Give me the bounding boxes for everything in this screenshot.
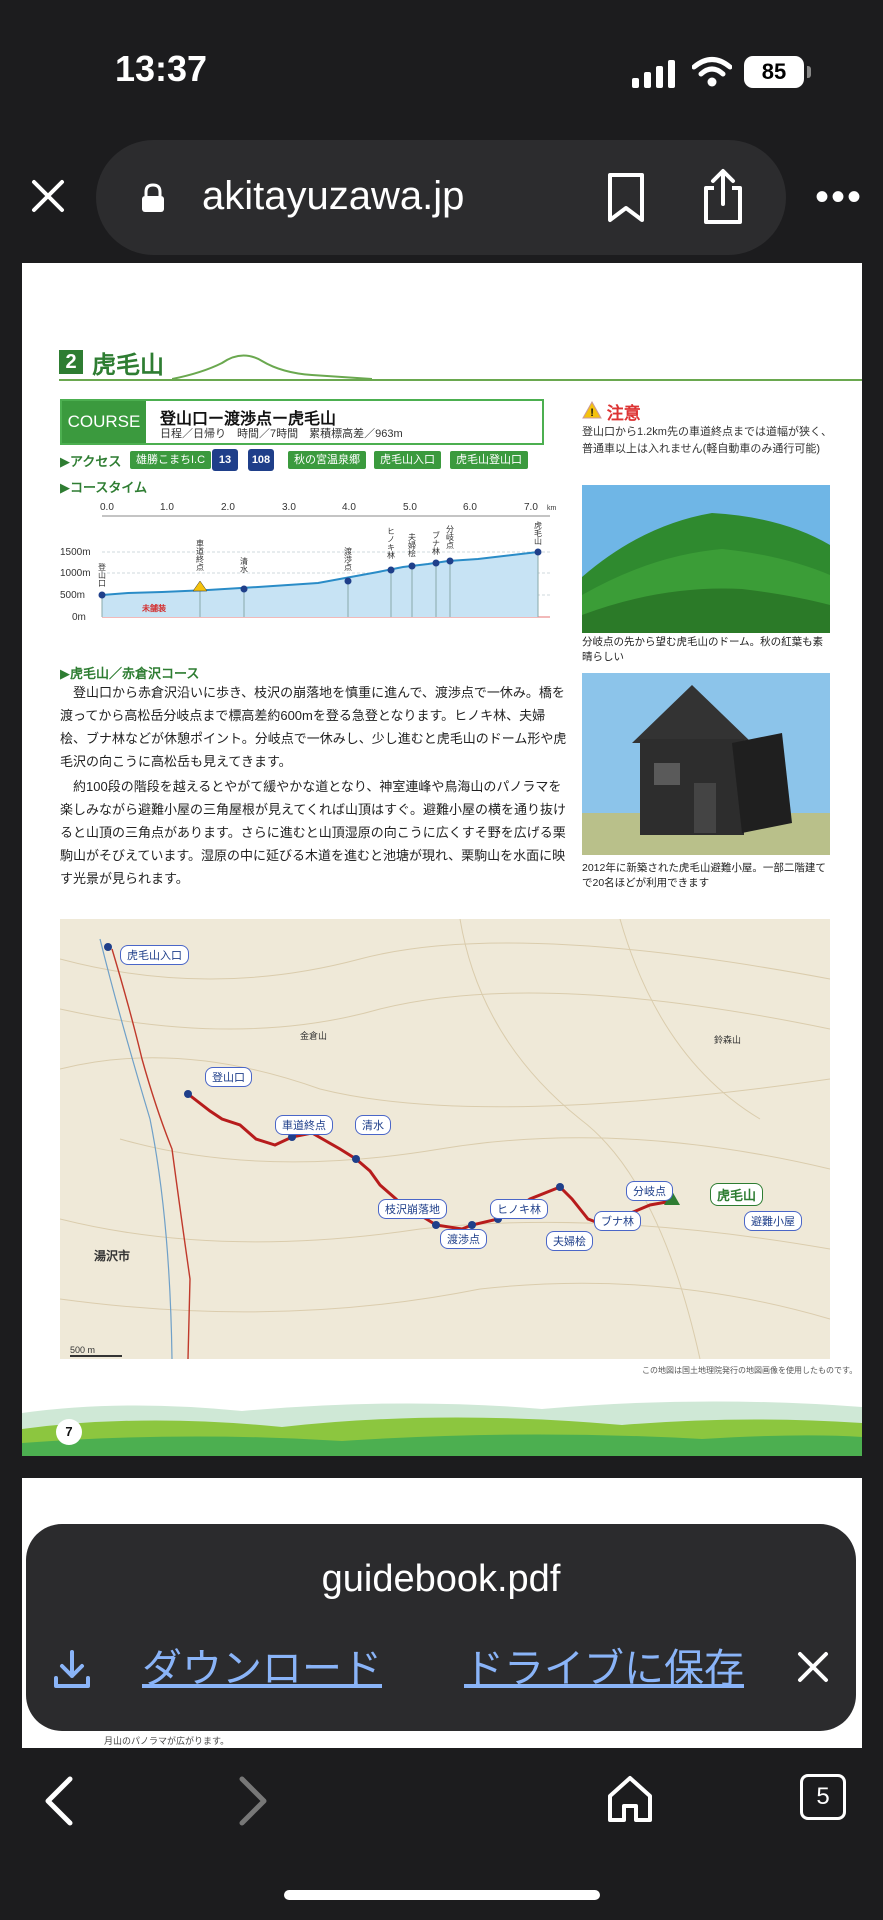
access-label: ▶アクセス bbox=[60, 454, 122, 469]
map-place-name: 湯沢市 bbox=[94, 1249, 131, 1263]
course-time-label: ▶コースタイム bbox=[60, 480, 148, 495]
access-chip: 虎毛山入口 bbox=[374, 451, 441, 469]
km-tick: 2.0 bbox=[221, 502, 235, 513]
lock-icon bbox=[142, 183, 164, 212]
profile-point-label: 虎毛山 bbox=[534, 520, 543, 546]
unpaved-label: 未舗装 bbox=[141, 603, 166, 613]
profile-point-label: 分岐点 bbox=[446, 525, 455, 550]
next-page-snippet: 月山のパノラマが広がります。 bbox=[104, 1736, 230, 1746]
profile-point-label: 車道終点 bbox=[196, 538, 205, 572]
url-text[interactable]: akitayuzawa.jp bbox=[202, 174, 464, 219]
section-divider bbox=[59, 379, 862, 381]
photo-mountain-dome bbox=[582, 485, 830, 633]
map-summit-label: 虎毛山 bbox=[710, 1183, 764, 1206]
warning-box: ! 注意 登山口から1.2km先の車道終点までは道幅が狭く、普通車以上は入れませ… bbox=[582, 399, 832, 458]
elevation-tick: 0m bbox=[72, 612, 86, 623]
map-label: 登山口 bbox=[205, 1067, 252, 1087]
warning-icon: ! bbox=[582, 400, 602, 419]
home-icon[interactable] bbox=[606, 1774, 654, 1824]
profile-point-label: ヒノキ林 bbox=[387, 527, 396, 560]
profile-point-label: 夫婦桧 bbox=[408, 532, 417, 558]
save-to-drive-button[interactable]: ドライブに保存 bbox=[464, 1636, 744, 1694]
cellular-signal-icon bbox=[632, 60, 675, 88]
access-chip: 雄勝こまちI.C bbox=[130, 451, 212, 469]
svg-text:!: ! bbox=[590, 407, 594, 419]
close-icon[interactable] bbox=[796, 1650, 830, 1684]
home-indicator bbox=[284, 1890, 600, 1900]
profile-point-label: 登山口 bbox=[98, 562, 107, 587]
map-label: 分岐点 bbox=[626, 1181, 673, 1201]
share-icon[interactable] bbox=[700, 168, 746, 226]
map-label: 車道終点 bbox=[275, 1115, 333, 1135]
profile-point-label: 清水 bbox=[240, 556, 249, 573]
profile-point-label: ブナ林 bbox=[432, 530, 441, 556]
route-paragraph: 登山口から赤倉沢沿いに歩き、枝沢の崩落地を慎重に進んで、渡渉点で一休み。橋を渡っ… bbox=[60, 685, 567, 769]
map-place-name: 鈴森山 bbox=[714, 1035, 742, 1045]
route-paragraph: 約100段の階段を越えるとやがて緩やかな道となり、神室連峰や鳥海山のパノラマを楽… bbox=[60, 779, 566, 886]
battery-indicator: 85 bbox=[744, 56, 811, 88]
section-number: 2 bbox=[59, 350, 83, 374]
download-filename: guidebook.pdf bbox=[321, 1558, 561, 1600]
elevation-profile: 0.0 1.0 2.0 3.0 4.0 5.0 6.0 7.0 km 1500m… bbox=[60, 502, 557, 623]
map-label: 虎毛山入口 bbox=[120, 945, 189, 965]
km-tick: 6.0 bbox=[463, 502, 477, 513]
mountain-ridge-decoration bbox=[172, 354, 372, 380]
topographic-map: 虎毛山入口 登山口 車道終点 清水 枝沢崩落地 渡渉点 ヒノキ林 夫婦桧 ブナ林… bbox=[60, 919, 830, 1359]
route-map-svg bbox=[60, 919, 830, 1359]
photo-caption: 2012年に新築された虎毛山避難小屋。一部二階建てで20名ほどが利用できます bbox=[582, 862, 826, 889]
download-icon[interactable] bbox=[50, 1648, 94, 1692]
warning-title-text: 注意 bbox=[606, 404, 641, 423]
elevation-tick: 500m bbox=[60, 590, 85, 601]
page-number: 7 bbox=[56, 1419, 82, 1445]
clock: 13:37 bbox=[115, 48, 208, 89]
course-meta: 日程／日帰り 時間／7時間 累積標高差／963m bbox=[160, 428, 403, 440]
map-label: 清水 bbox=[355, 1115, 391, 1135]
tabs-button[interactable]: 5 bbox=[800, 1774, 846, 1820]
warning-title: ! 注意 bbox=[582, 399, 832, 424]
status-bar: 13:37 85 bbox=[0, 0, 883, 140]
course-label: COURSE bbox=[62, 401, 146, 443]
map-place-name: 金倉山 bbox=[300, 1031, 328, 1041]
map-credit: この地図は国土地理院発行の地図画像を使用したものです。 bbox=[642, 1366, 858, 1375]
photo-hut bbox=[582, 673, 830, 855]
elevation-tick: 1000m bbox=[60, 568, 91, 579]
access-chip: 虎毛山登山口 bbox=[450, 451, 528, 469]
footer-landscape bbox=[22, 1401, 862, 1456]
map-label: 渡渉点 bbox=[440, 1229, 487, 1249]
map-label: ブナ林 bbox=[594, 1211, 641, 1231]
forward-icon[interactable] bbox=[232, 1775, 272, 1827]
bookmark-icon[interactable] bbox=[606, 172, 646, 224]
map-label: 避難小屋 bbox=[744, 1211, 802, 1231]
map-scale: 500 m bbox=[70, 1345, 122, 1357]
pdf-page: 2 虎毛山 COURSE 登山口ー渡渉点ー虎毛山 日程／日帰り 時間／7時間 累… bbox=[22, 263, 862, 1456]
elevation-tick: 1500m bbox=[60, 547, 91, 558]
download-sheet: guidebook.pdf ダウンロード ドライブに保存 bbox=[26, 1524, 856, 1731]
km-unit: km bbox=[547, 505, 557, 512]
route-heading: ▶虎毛山／赤倉沢コース bbox=[60, 666, 200, 681]
wifi-icon bbox=[692, 57, 732, 87]
map-label: 枝沢崩落地 bbox=[378, 1199, 447, 1219]
warning-text: 登山口から1.2km先の車道終点までは道幅が狭く、普通車以上は入れません(軽自動… bbox=[582, 426, 832, 455]
warning-marker-icon bbox=[192, 580, 208, 592]
access-chip: 秋の宮温泉郷 bbox=[288, 451, 366, 469]
map-label: 夫婦桧 bbox=[546, 1231, 593, 1251]
back-icon[interactable] bbox=[40, 1775, 80, 1827]
km-tick: 1.0 bbox=[160, 502, 174, 513]
route-number-chip: 13 bbox=[212, 449, 238, 471]
section-title: 虎毛山 bbox=[92, 352, 164, 379]
km-tick: 5.0 bbox=[403, 502, 417, 513]
km-tick: 4.0 bbox=[342, 502, 356, 513]
map-label: ヒノキ林 bbox=[490, 1199, 548, 1219]
course-box: COURSE 登山口ー渡渉点ー虎毛山 日程／日帰り 時間／7時間 累積標高差／9… bbox=[60, 399, 544, 445]
route-number-chip: 108 bbox=[248, 449, 274, 471]
download-button[interactable]: ダウンロード bbox=[142, 1636, 382, 1694]
km-tick: 7.0 bbox=[524, 502, 538, 513]
more-menu-icon[interactable]: ••• bbox=[815, 177, 863, 217]
close-icon[interactable] bbox=[28, 176, 68, 216]
profile-point-label: 渡渉点 bbox=[344, 546, 353, 572]
km-tick: 0.0 bbox=[100, 502, 114, 513]
km-tick: 3.0 bbox=[282, 502, 296, 513]
photo-caption: 分岐点の先から望む虎毛山のドーム。秋の紅葉も素晴らしい bbox=[582, 636, 824, 663]
